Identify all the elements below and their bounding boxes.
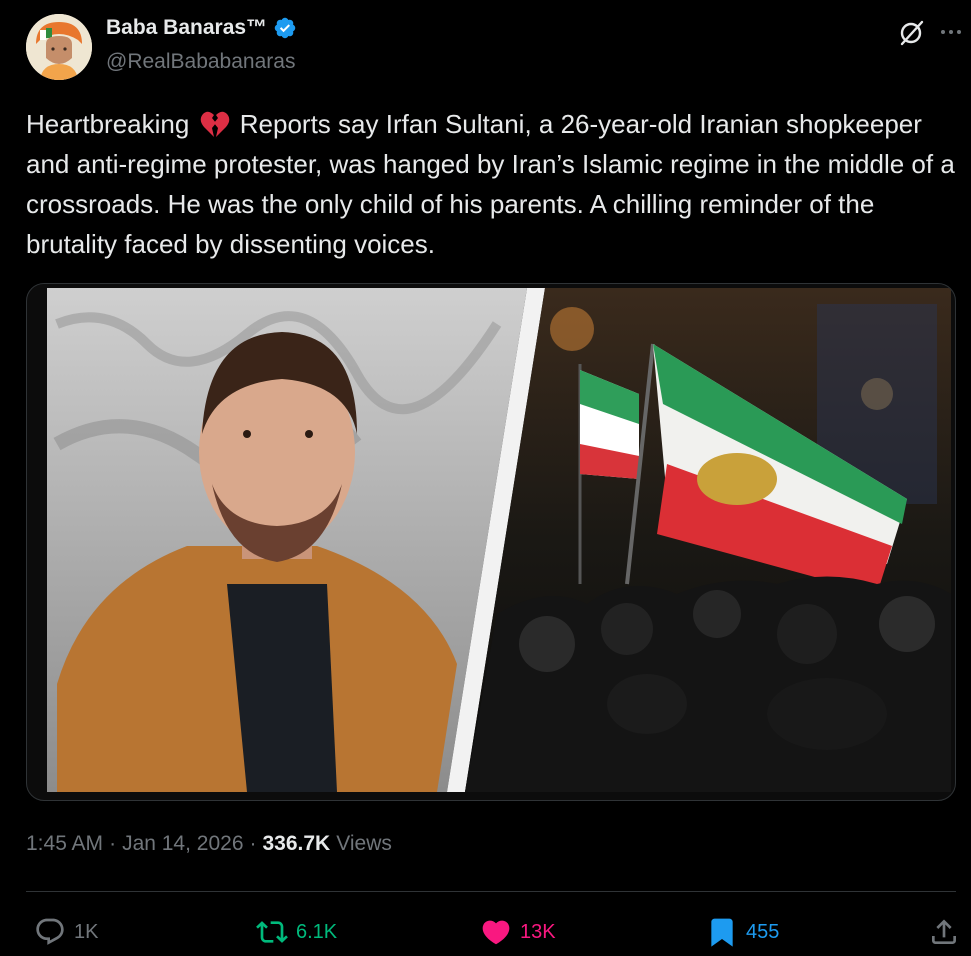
views-label: Views [336, 832, 392, 855]
bookmark-button[interactable]: 455 [706, 916, 779, 948]
display-name[interactable]: Baba Banaras™ [106, 16, 267, 40]
tweet-time[interactable]: 1:45 AM [26, 832, 103, 856]
tweet-date[interactable]: Jan 14, 2026 [122, 832, 243, 856]
verified-badge-icon [274, 17, 296, 39]
share-icon [932, 919, 956, 944]
reply-icon [36, 918, 64, 945]
more-icon[interactable] [938, 20, 964, 44]
avatar[interactable] [26, 14, 92, 80]
reply-count: 1K [74, 920, 99, 943]
share-button[interactable] [928, 916, 960, 948]
like-button[interactable]: 13K [480, 916, 556, 948]
tweet-media[interactable] [26, 283, 956, 801]
action-bar: 1K 6.1K 13K 455 [0, 908, 971, 956]
divider [26, 891, 956, 892]
tweet-text-start: Heartbreaking [26, 109, 190, 139]
media-right-photo [465, 288, 951, 792]
grok-icon[interactable] [896, 18, 926, 48]
views-count: 336.7K [262, 832, 331, 855]
meta-separator: · [249, 832, 257, 855]
bookmark-icon [711, 918, 733, 947]
like-count: 13K [520, 920, 556, 943]
author-name-row[interactable]: Baba Banaras™ [106, 16, 297, 40]
tweet-text: Heartbreaking Reports say Irfan Sultani,… [26, 104, 956, 264]
broken-heart-emoji [200, 111, 229, 137]
reply-button[interactable]: 1K [34, 916, 98, 948]
media-left-photo [47, 288, 527, 792]
retweet-icon [256, 921, 288, 943]
meta-separator: · [109, 832, 117, 855]
retweet-button[interactable]: 6.1K [256, 916, 337, 948]
author-handle[interactable]: @RealBababanaras [106, 50, 295, 74]
bookmark-count: 455 [746, 920, 780, 943]
like-icon [482, 920, 510, 945]
tweet-meta: 1:45 AM · Jan 14, 2026 · 336.7K Views [26, 832, 392, 856]
retweet-count: 6.1K [296, 920, 338, 943]
